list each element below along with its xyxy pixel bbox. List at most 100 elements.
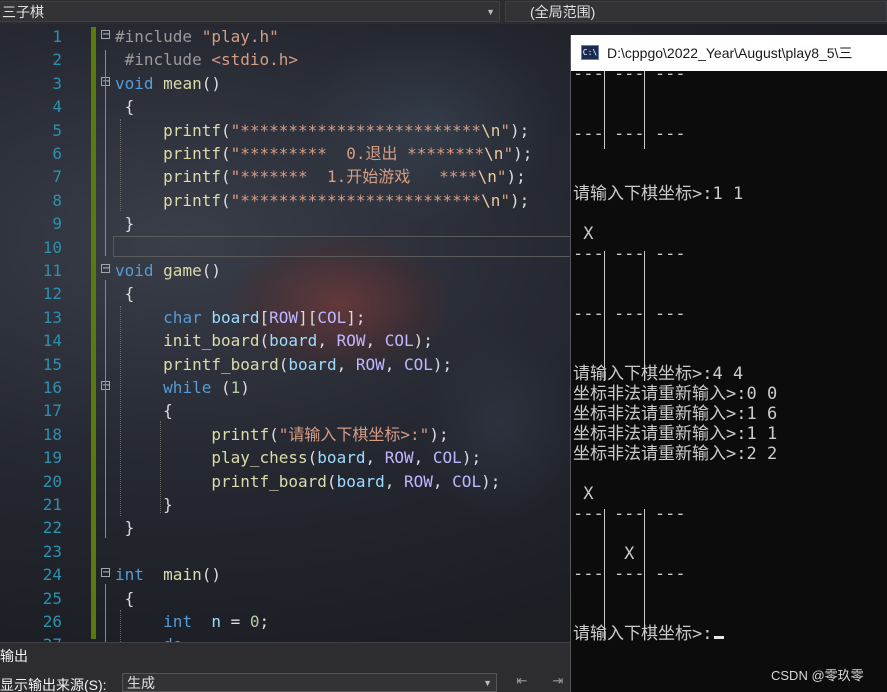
code-line[interactable]: 6 printf("********* 0.退出 ********\n"); [0, 142, 570, 165]
code-text: printf("********* 0.退出 ********\n"); [115, 142, 532, 165]
project-selector-label: 三子棋 [2, 4, 44, 20]
console-line: 坐标非法请重新输入>:1 6 [573, 404, 777, 424]
code-line[interactable]: 8 printf("*************************\n"); [0, 189, 570, 212]
line-number: 6 [52, 144, 62, 163]
console-line: 坐标非法请重新输入>:0 0 [573, 384, 777, 404]
code-token: n [211, 612, 221, 631]
console-line-text: 坐标非法请重新输入>:1 1 [573, 424, 778, 444]
navigation-bar: 三子棋 ▼ (全局范围) [0, 0, 887, 25]
code-token: COL [404, 354, 433, 374]
code-token: \n [481, 190, 501, 210]
code-text: int main() [115, 563, 221, 586]
console-line: 请输入下棋坐标>:4 4 [573, 364, 743, 384]
code-line[interactable]: 14 init_board(board, ROW, COL); [0, 329, 570, 352]
line-number: 13 [42, 307, 62, 327]
code-token: ); [509, 120, 530, 140]
code-line[interactable]: 10 [0, 236, 570, 259]
code-line[interactable]: 23 [0, 540, 570, 563]
scope-selector[interactable]: (全局范围) [505, 1, 887, 22]
line-number: 21 [42, 495, 62, 514]
code-line[interactable]: 24 − int main() [0, 563, 570, 586]
code-line[interactable]: 2 #include <stdio.h> [0, 48, 570, 71]
console-window[interactable]: C:\ D:\cppgo\2022_Year\August\play8_5\三 … [570, 35, 887, 692]
collapse-toggle-icon[interactable]: − [101, 264, 110, 274]
indent-guide [120, 306, 121, 516]
code-token: COL [452, 471, 482, 491]
console-line-text: 请输入下棋坐标>: [573, 624, 713, 644]
project-selector[interactable]: 三子棋 ▼ [0, 1, 500, 22]
code-line[interactable]: 1 − #include "play.h" [0, 25, 570, 48]
code-line[interactable]: 22 } [0, 516, 570, 539]
code-token: printf [115, 120, 221, 140]
code-token: #include [115, 50, 212, 70]
code-text: #include <stdio.h> [115, 48, 298, 71]
watermark: CSDN @零玖零 [771, 668, 864, 683]
console-line-text: 请输入下棋坐标>:4 4 [573, 364, 744, 384]
code-token: \n [481, 120, 501, 140]
clear-all-icon[interactable]: ⇥ [550, 674, 566, 690]
code-line[interactable]: 9 } [0, 212, 570, 235]
output-toolbar: 显示输出来源(S): 生成 ▼ ⇤ ⇥ [0, 671, 570, 692]
console-line-text: 坐标非法请重新输入>:0 0 [573, 384, 778, 404]
code-text: { [115, 399, 173, 422]
code-token: main [163, 565, 202, 585]
code-line[interactable]: 12 { [0, 282, 570, 305]
code-token: ); [461, 448, 482, 468]
code-line[interactable]: 21 } [0, 493, 570, 516]
code-text: int n = 0; [115, 610, 269, 633]
console-line-text: --- --- --- [573, 304, 686, 324]
code-token: , [336, 354, 356, 374]
code-line[interactable]: 18 printf("请输入下棋坐标>:"); [0, 423, 570, 446]
code-line[interactable]: 4 { [0, 95, 570, 118]
code-token: ROW [355, 354, 385, 374]
output-source-value: 生成 [127, 675, 155, 691]
code-token: { [115, 284, 135, 304]
code-token: board [288, 354, 337, 374]
output-panel: 输出 显示输出来源(S): 生成 ▼ ⇤ ⇥ [0, 642, 570, 692]
code-line[interactable]: 20 printf_board(board, ROW, COL); [0, 470, 570, 493]
collapse-toggle-icon[interactable]: − [101, 30, 110, 40]
code-token: " [500, 190, 510, 210]
code-text: void mean() [115, 72, 221, 95]
line-number: 18 [42, 424, 62, 444]
code-token: \n [484, 144, 504, 163]
code-line[interactable]: 19 play_chess(board, ROW, COL); [0, 446, 570, 469]
code-line[interactable]: 11 − void game() [0, 259, 570, 282]
code-token: , [413, 448, 433, 468]
code-line[interactable]: 3− void mean() [0, 72, 570, 95]
collapse-toggle-icon[interactable]: − [101, 568, 110, 578]
console-line: --- --- --- [573, 564, 686, 584]
code-line[interactable]: 7 printf("******* 1.开始游戏 ****\n"); [0, 165, 570, 188]
code-token: \n [477, 167, 497, 187]
code-token: ROW [269, 307, 299, 327]
console-line-text: --- --- --- [573, 504, 686, 524]
code-token: char [163, 307, 202, 327]
code-token: ; [259, 612, 270, 631]
code-token: board [211, 307, 260, 327]
code-token: "请输入下棋坐标>:" [278, 424, 430, 444]
line-number: 3 [52, 73, 62, 93]
code-line[interactable]: 25 { [0, 587, 570, 610]
console-line: --- --- --- [573, 244, 686, 264]
code-text: play_chess(board, ROW, COL); [115, 446, 481, 469]
code-line[interactable]: 17 { [0, 399, 570, 422]
ide-window: 三子棋 ▼ (全局范围) 1− #include "play.h" 2 #inclu… [0, 0, 887, 692]
fold-guide [105, 280, 106, 538]
code-token: board [317, 448, 366, 468]
code-token: ( [220, 144, 231, 163]
code-line[interactable]: 16− while (1) [0, 376, 570, 399]
code-token: { [115, 97, 135, 117]
find-message-icon[interactable]: ⇤ [514, 674, 530, 690]
code-line[interactable]: 15 printf_board(board, ROW, COL); [0, 353, 570, 376]
code-line[interactable]: 26 int n = 0; [0, 610, 570, 633]
output-source-select[interactable]: 生成 ▼ [122, 673, 497, 692]
line-number: 4 [52, 97, 62, 117]
code-token: ROW [336, 331, 366, 351]
code-token: ( [211, 378, 231, 397]
code-token: while [163, 378, 212, 397]
code-line[interactable]: 13 char board[ROW][COL]; [0, 306, 570, 329]
code-line[interactable]: 5 printf("*************************\n"); [0, 119, 570, 142]
code-text: { [115, 282, 135, 305]
